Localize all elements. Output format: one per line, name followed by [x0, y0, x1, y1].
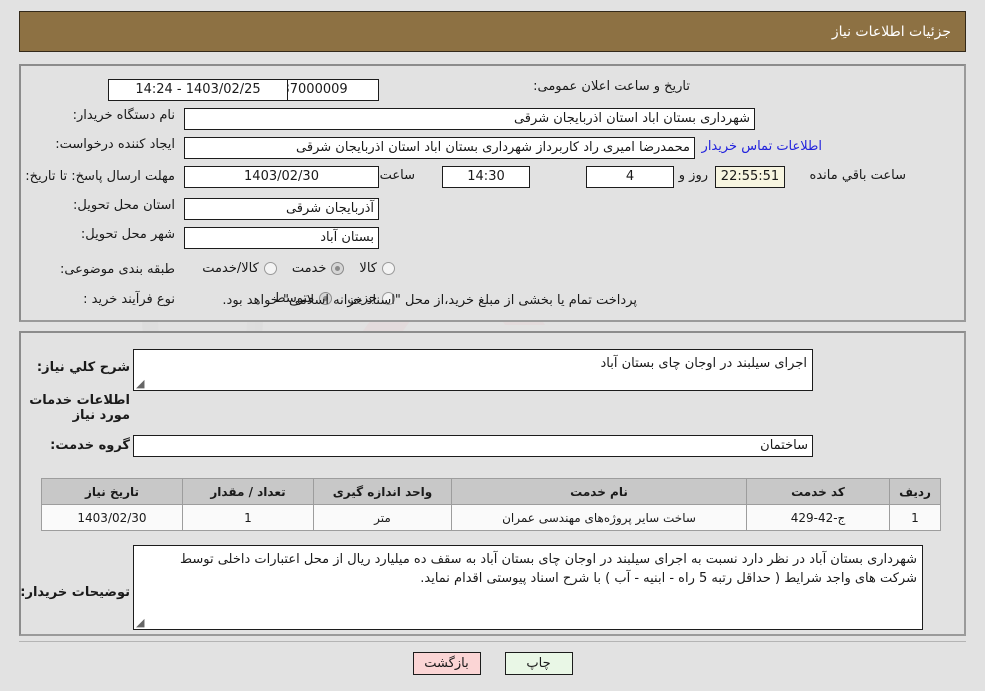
footer-separator — [19, 641, 966, 642]
days-label: روز و — [678, 168, 708, 183]
print-button[interactable]: چاپ — [504, 652, 573, 675]
announce-datetime-value: 1403/02/25 - 14:24 — [108, 79, 288, 101]
table-row: 1 ج-42-429 ساخت سایر پروژه‌های مهندسی عم… — [41, 504, 941, 531]
radio-category-kala-label: کالا — [359, 261, 377, 276]
hour-label: ساعت — [379, 168, 415, 183]
cell-quantity: 1 — [182, 504, 314, 531]
announce-datetime-label: تاریخ و ساعت اعلان عمومی: — [533, 79, 690, 94]
deadline-label: مهلت ارسال پاسخ: تا تاریخ: — [25, 169, 175, 184]
services-table: ردیف کد خدمت نام خدمت واحد اندازه گیری ت… — [41, 478, 941, 531]
col-code: کد خدمت — [746, 478, 890, 505]
buyer-org-value: شهرداری بستان اباد استان اذربایجان شرقی — [184, 108, 755, 130]
radio-category-kala[interactable] — [382, 262, 395, 275]
col-row: ردیف — [889, 478, 941, 505]
col-name: نام خدمت — [451, 478, 747, 505]
page-title: جزئیات اطلاعات نیاز — [831, 23, 951, 40]
requester-label: ایجاد کننده درخواست: — [55, 137, 175, 152]
countdown-label: ساعت باقي مانده — [809, 168, 906, 183]
radio-category-kala-khedmat[interactable] — [263, 262, 277, 275]
countdown-value: 22:55:51 — [715, 166, 785, 188]
table-header-row: ردیف کد خدمت نام خدمت واحد اندازه گیری ت… — [41, 478, 941, 505]
requester-value: محمدرضا امیری راد کاربرداز شهرداری بستان… — [184, 137, 695, 159]
radio-category-kala-khedmat-label: کالا/خدمت — [202, 261, 259, 276]
deadline-time-value: 14:30 — [442, 166, 530, 188]
buyer-notes-text: شهرداری بستان آباد در نظر دارد نسبت به ا… — [180, 552, 917, 586]
col-need-date: تاریخ نیاز — [41, 478, 183, 505]
category-radio-group[interactable]: کالا خدمت کالا/خدمت — [192, 261, 395, 276]
category-label: طبقه بندی موضوعی: — [59, 262, 175, 277]
general-description-label: شرح کلي نیاز: — [36, 360, 130, 375]
province-label: استان محل تحویل: — [73, 198, 175, 213]
cell-need-date: 1403/02/30 — [41, 504, 183, 531]
radio-category-khedmat-label: خدمت — [291, 261, 327, 276]
resize-grip-icon[interactable]: ◣ — [136, 377, 146, 390]
col-quantity: تعداد / مقدار — [182, 478, 314, 505]
province-value: آذربایجان شرقی — [184, 198, 379, 220]
service-group-label: گروه خدمت: — [50, 438, 130, 453]
back-button[interactable]: بازگشت — [412, 652, 481, 675]
process-label: نوع فرآیند خرید : — [83, 292, 175, 307]
service-group-value: ساختمان — [133, 435, 813, 457]
radio-category-khedmat[interactable] — [331, 262, 345, 275]
buyer-contact-link[interactable]: اطلاعات تماس خریدار — [702, 139, 822, 154]
deadline-date-value: 1403/02/30 — [184, 166, 379, 188]
city-value: بستان آباد — [184, 227, 379, 249]
buyer-notes-label: توضیحات خریدار: — [20, 585, 130, 600]
general-description-text: اجرای سیلبند در اوجان چای بستان آباد — [600, 356, 808, 371]
general-description-value[interactable]: اجرای سیلبند در اوجان چای بستان آباد ◣ — [133, 349, 813, 391]
col-unit: واحد اندازه گیری — [313, 478, 452, 505]
cell-unit: متر — [313, 504, 452, 531]
process-note: پرداخت تمام یا بخشی از مبلغ خرید،از محل … — [222, 293, 637, 308]
cell-name: ساخت سایر پروژه‌های مهندسی عمران — [451, 504, 747, 531]
need-info-panel — [19, 64, 966, 322]
services-info-heading: اطلاعات خدمات مورد نیاز — [29, 393, 130, 423]
buyer-notes-value[interactable]: شهرداری بستان آباد در نظر دارد نسبت به ا… — [133, 545, 923, 630]
page-header: جزئیات اطلاعات نیاز — [19, 11, 966, 52]
cell-row: 1 — [889, 504, 941, 531]
buyer-org-label: نام دستگاه خریدار: — [72, 108, 175, 123]
city-label: شهر محل تحویل: — [80, 227, 175, 242]
remaining-days-value: 4 — [586, 166, 674, 188]
cell-code: ج-42-429 — [746, 504, 890, 531]
footer-button-bar: چاپ بازگشت — [0, 652, 985, 675]
resize-grip-icon-notes[interactable]: ◣ — [136, 616, 146, 629]
